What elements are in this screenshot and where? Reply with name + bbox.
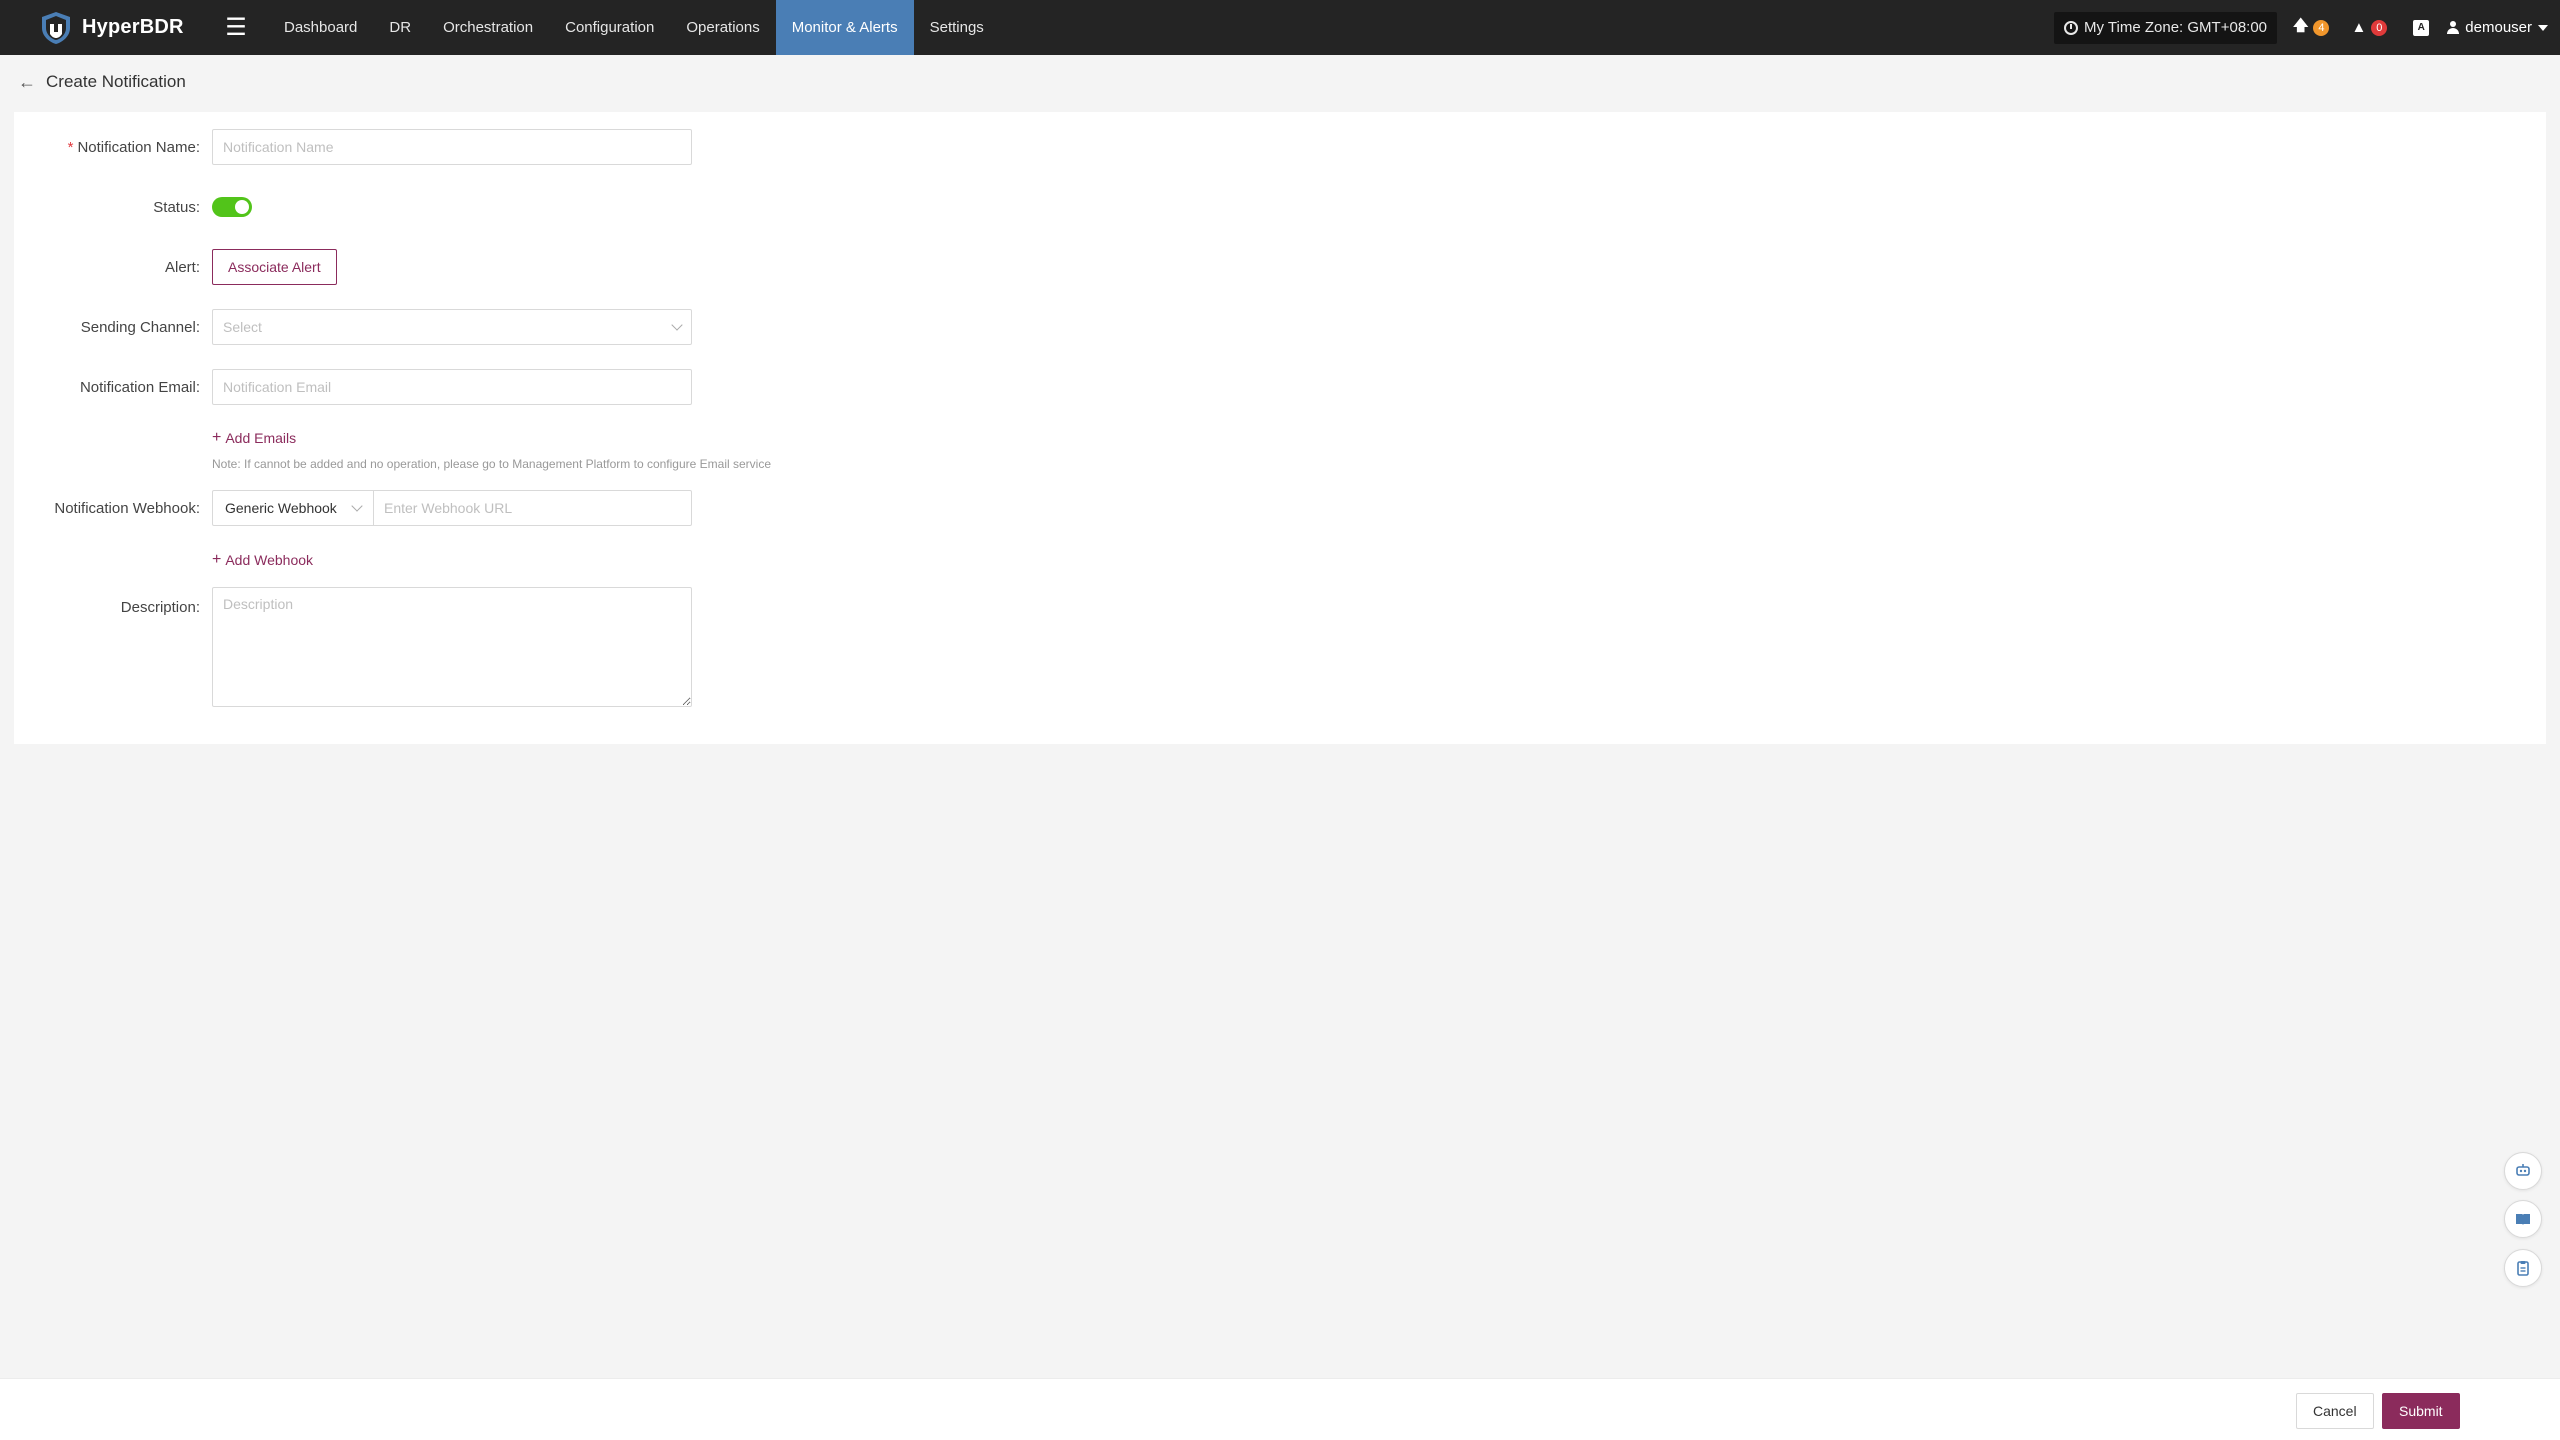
add-emails-label: Add Emails: [225, 430, 297, 446]
app-logo[interactable]: HyperBDR: [0, 0, 212, 55]
plus-icon: +: [212, 429, 222, 446]
form-row-webhook: Notification Webhook: Generic Webhook: [14, 490, 692, 526]
warning-icon: ▲: [2351, 19, 2367, 36]
book-icon: [2516, 1214, 2530, 1225]
notification-name-input[interactable]: [212, 129, 692, 165]
caret-down-icon: [2538, 24, 2548, 31]
plus-icon: +: [212, 551, 222, 568]
hamburger-icon[interactable]: ☰: [216, 0, 256, 55]
form-footer: Cancel Submit: [0, 1378, 2560, 1440]
add-emails-row: + Add Emails: [212, 429, 297, 447]
form-row-description: Description:: [14, 587, 692, 707]
add-emails-link[interactable]: + Add Emails: [212, 429, 297, 447]
clipboard-button[interactable]: [2504, 1249, 2542, 1287]
alert-notifications[interactable]: ▲ 0: [2345, 12, 2393, 44]
sending-channel-label: Sending Channel:: [80, 318, 200, 336]
add-webhook-label: Add Webhook: [225, 552, 314, 568]
shield-logo-icon: [42, 11, 70, 44]
guide-book-button[interactable]: [2504, 1200, 2542, 1238]
webhook-url-input[interactable]: [374, 490, 692, 526]
add-webhook-row: + Add Webhook: [212, 551, 314, 569]
cancel-button[interactable]: Cancel: [2296, 1393, 2374, 1429]
webhook-type-value: Generic Webhook: [225, 500, 337, 516]
form-row-email: Notification Email:: [14, 369, 692, 405]
nav-item-configuration[interactable]: Configuration: [549, 0, 670, 55]
user-icon: [2447, 21, 2460, 34]
app-name: HyperBDR: [82, 16, 184, 38]
alert-count-badge: 0: [2371, 19, 2388, 36]
back-arrow-icon[interactable]: ←: [18, 73, 36, 91]
chevron-down-icon: [351, 500, 363, 512]
notification-email-label: Notification Email:: [79, 378, 200, 396]
main-nav: Dashboard DR Orchestration Configuration…: [268, 0, 1000, 55]
nav-item-operations[interactable]: Operations: [670, 0, 775, 55]
notification-name-label-text: Notification Name:: [77, 138, 200, 156]
arrow-up-icon: 🡅: [2293, 17, 2309, 34]
nav-item-dashboard[interactable]: Dashboard: [268, 0, 373, 55]
alert-label: Alert:: [164, 258, 200, 276]
robot-icon: [2516, 1164, 2530, 1176]
notification-webhook-label: Notification Webhook:: [54, 499, 200, 517]
notification-form: *Notification Name: Status: Alert: Assoc…: [14, 112, 2546, 744]
top-navigation-bar: HyperBDR ☰ Dashboard DR Orchestration Co…: [0, 0, 2560, 55]
timezone-label: My Time Zone: GMT+08:00: [2084, 19, 2268, 36]
form-row-channel: Sending Channel: Select: [14, 309, 692, 345]
form-row-name: * Notification Name:: [14, 129, 692, 165]
add-webhook-link[interactable]: + Add Webhook: [212, 551, 314, 569]
topbar-actions: My Time Zone: GMT+08:00 🡅 4 ▲ 0 A demous…: [2054, 0, 2560, 55]
sending-channel-select[interactable]: Select: [212, 309, 692, 345]
sending-channel-placeholder: Select: [223, 319, 262, 335]
chevron-down-icon: [671, 319, 683, 331]
nav-item-settings[interactable]: Settings: [914, 0, 1000, 55]
nav-item-monitor-alerts[interactable]: Monitor & Alerts: [775, 0, 914, 55]
required-mark: *: [67, 138, 74, 156]
page-header: ← Create Notification: [18, 72, 186, 92]
upload-count-badge: 4: [2313, 19, 2330, 36]
form-row-alert: Alert: Associate Alert: [14, 249, 337, 285]
email-service-note: Note: If cannot be added and no operatio…: [212, 457, 772, 471]
clock-icon: [2064, 20, 2079, 35]
status-label: Status:: [153, 198, 200, 216]
notification-email-input[interactable]: [212, 369, 692, 405]
chat-robot-button[interactable]: [2504, 1152, 2542, 1190]
username: demouser: [2465, 19, 2532, 36]
language-icon[interactable]: A: [2413, 19, 2430, 36]
user-menu[interactable]: demouser: [2447, 19, 2548, 36]
email-note-row: Note: If cannot be added and no operatio…: [212, 457, 771, 471]
webhook-type-select[interactable]: Generic Webhook: [212, 490, 374, 526]
page-title: Create Notification: [46, 72, 186, 91]
timezone-display[interactable]: My Time Zone: GMT+08:00: [2054, 11, 2278, 44]
nav-item-dr[interactable]: DR: [373, 0, 427, 55]
notification-name-label: * Notification Name:: [14, 139, 212, 156]
description-textarea[interactable]: [212, 587, 692, 707]
nav-item-orchestration[interactable]: Orchestration: [427, 0, 549, 55]
upload-notifications[interactable]: 🡅 4: [2287, 12, 2335, 44]
description-label: Description:: [120, 599, 200, 616]
clipboard-icon: [2517, 1261, 2529, 1276]
status-toggle[interactable]: [212, 197, 252, 217]
associate-alert-button[interactable]: Associate Alert: [212, 249, 337, 285]
submit-button[interactable]: Submit: [2382, 1393, 2460, 1429]
form-row-status: Status:: [14, 197, 252, 217]
